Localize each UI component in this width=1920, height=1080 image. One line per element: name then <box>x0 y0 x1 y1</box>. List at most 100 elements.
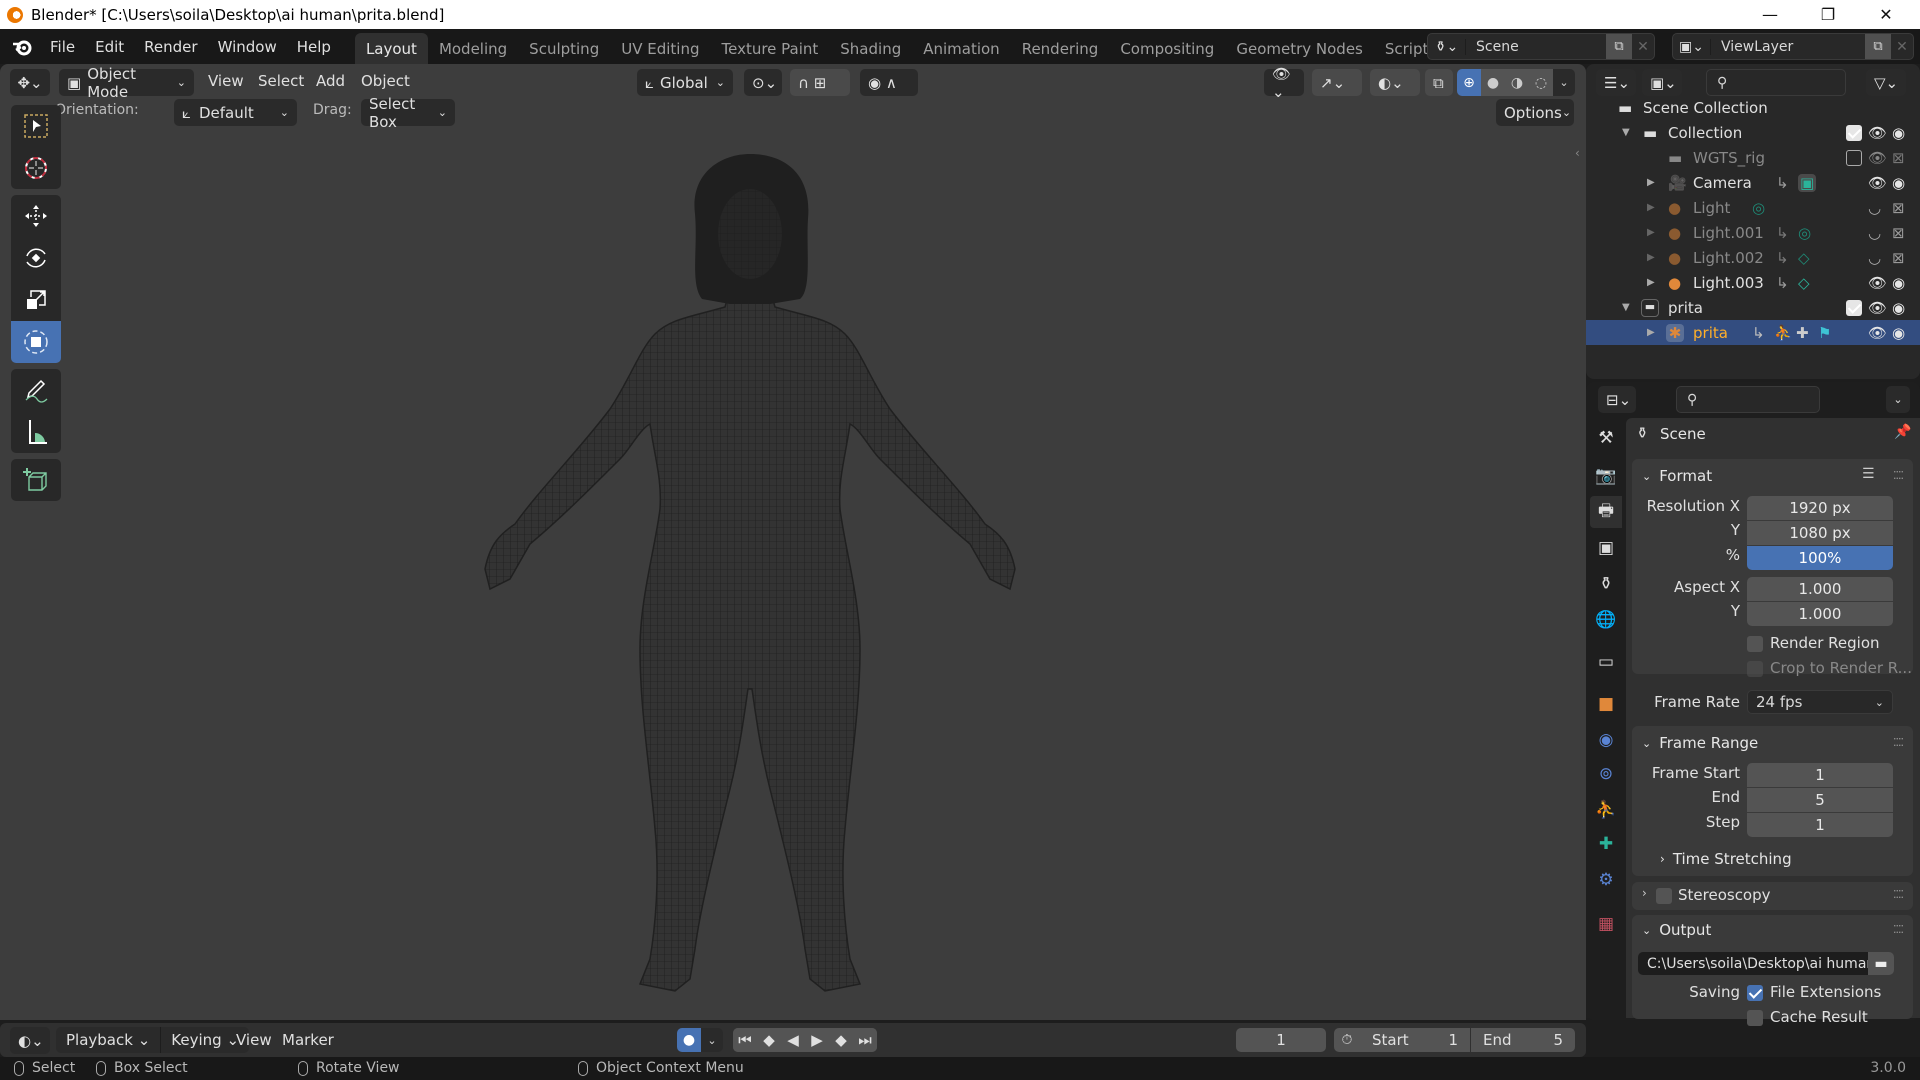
start-frame-field[interactable]: Start 1 <box>1360 1028 1470 1052</box>
sidebar-toggle-chevron[interactable]: ‹ <box>1575 146 1580 160</box>
collection-tab-icon[interactable]: ▭ <box>1590 646 1622 678</box>
armature-data-tab-icon[interactable]: ✚ <box>1590 828 1622 860</box>
expand-triangle-icon[interactable]: ▶ <box>1647 252 1655 263</box>
blender-menu-icon[interactable] <box>10 37 34 57</box>
auto-keying-toggle[interactable]: ● <box>677 1028 701 1052</box>
xray-toggle[interactable]: ⧉ <box>1425 69 1453 96</box>
cache-result-checkbox[interactable] <box>1747 1010 1763 1026</box>
drag-handle-icon[interactable]: ⁚⁚⁚⁚ <box>1893 923 1904 936</box>
expand-triangle-icon[interactable]: ▶ <box>1647 327 1655 338</box>
aspect-y-field[interactable]: 1.000 <box>1747 602 1893 626</box>
properties-editor-type-icon[interactable]: ⊟⌄ <box>1598 386 1636 413</box>
drag-handle-icon[interactable]: ⁚⁚⁚⁚ <box>1893 469 1904 482</box>
expand-triangle-icon[interactable]: ▶ <box>1647 277 1655 288</box>
bone-constraint-tab-icon[interactable]: ⚙ <box>1590 864 1622 896</box>
tab-modeling[interactable]: Modeling <box>428 33 518 64</box>
close-button[interactable]: ✕ <box>1858 0 1914 29</box>
tab-animation[interactable]: Animation <box>912 33 1010 64</box>
drag-handle-icon[interactable]: ⁚⁚⁚⁚ <box>1893 736 1904 749</box>
menu-select[interactable]: Select <box>248 72 314 90</box>
camera-render-icon[interactable]: ◉ <box>1892 174 1905 192</box>
light-data-icon[interactable]: ◎ <box>1752 199 1765 217</box>
stereoscopy-panel[interactable]: › Stereoscopy ⁚⁚⁚⁚ <box>1632 882 1913 910</box>
filter-icon[interactable]: ▽⌄ <box>1866 69 1906 96</box>
file-extensions-checkbox[interactable] <box>1747 985 1763 1001</box>
render-tab-icon[interactable]: 📷 <box>1590 460 1622 492</box>
frame-end-field[interactable]: 5 <box>1747 788 1893 812</box>
preview-range-stopwatch-icon[interactable]: ⏱ <box>1334 1028 1360 1052</box>
menu-edit[interactable]: Edit <box>85 33 134 61</box>
outliner-row[interactable]: ▼ ▬ prita 👁 ◉ <box>1586 295 1920 320</box>
delete-scene-icon[interactable]: ✕ <box>1632 39 1654 55</box>
shading-options-chevron[interactable]: ⌄ <box>1553 69 1575 96</box>
camera-data-icon[interactable]: ▣ <box>1798 173 1817 192</box>
expand-triangle-icon[interactable]: ▶ <box>1647 177 1655 188</box>
new-scene-icon[interactable]: ⧉ <box>1606 34 1632 59</box>
exclude-checkbox[interactable] <box>1846 300 1862 316</box>
drag-handle-icon[interactable]: ⁚⁚⁚⁚ <box>1893 888 1904 901</box>
tool-transform[interactable] <box>11 321 61 363</box>
outliner-editor-type-icon[interactable]: ☰⌄ <box>1596 69 1636 96</box>
eye-closed-icon[interactable]: ◡ <box>1868 249 1881 267</box>
solid-shading-button[interactable]: ● <box>1481 69 1505 96</box>
expand-triangle-icon[interactable]: ▼ <box>1622 302 1630 313</box>
physics-tab-icon[interactable]: ◉ <box>1590 724 1622 756</box>
render-disabled-icon[interactable]: ⊠ <box>1892 199 1905 217</box>
viewlayer-name[interactable]: ViewLayer <box>1711 39 1865 55</box>
tab-rendering[interactable]: Rendering <box>1011 33 1110 64</box>
timeline-editor-type-icon[interactable]: ◐⌄ <box>10 1027 50 1054</box>
folder-browse-icon[interactable]: ▬ <box>1868 952 1894 975</box>
output-path-input[interactable]: C:\Users\soila\Desktop\ai human\ <box>1638 952 1868 975</box>
render-disabled-icon[interactable]: ⊠ <box>1892 249 1905 267</box>
format-panel-header[interactable]: ⌄ Format <box>1642 467 1712 485</box>
rendered-shading-button[interactable]: ◌ <box>1529 69 1553 96</box>
eye-icon[interactable]: 👁 <box>1868 124 1887 142</box>
3d-viewport[interactable]: ✥⌄ ▣ Object Mode ⌄ View Select Add Objec… <box>0 64 1586 1020</box>
area-light-data-icon[interactable]: ◇ <box>1798 249 1810 267</box>
drag-select-dropdown[interactable]: Select Box ⌄ <box>361 95 455 131</box>
render-region-checkbox[interactable] <box>1747 636 1763 652</box>
light-data-icon[interactable]: ◎ <box>1798 224 1811 242</box>
viewlayer-selector[interactable]: ▣⌄ ViewLayer ⧉ ✕ <box>1672 33 1914 60</box>
end-frame-field[interactable]: End 5 <box>1471 1028 1575 1052</box>
bone-group-icon[interactable]: ⚑ <box>1818 324 1831 342</box>
play-reverse-icon[interactable]: ◀ <box>781 1028 805 1052</box>
wireframe-shading-button[interactable]: ⊕ <box>1457 69 1481 96</box>
render-disabled-icon[interactable]: ⊠ <box>1892 224 1905 242</box>
outliner-search-input[interactable]: ⚲ <box>1706 69 1846 96</box>
camera-render-icon[interactable]: ◉ <box>1892 274 1905 292</box>
stereoscopy-checkbox[interactable] <box>1656 888 1672 904</box>
tool-cursor[interactable] <box>11 147 61 189</box>
eye-icon[interactable]: 👁 <box>1868 174 1887 192</box>
menu-window[interactable]: Window <box>208 33 287 61</box>
tab-shading[interactable]: Shading <box>829 33 912 64</box>
editor-type-icon[interactable]: ✥⌄ <box>10 69 50 96</box>
object-constraints-tab-icon[interactable]: ⊚ <box>1590 758 1622 790</box>
new-viewlayer-icon[interactable]: ⧉ <box>1865 34 1891 59</box>
display-mode-icon[interactable]: ▣⌄ <box>1642 69 1682 96</box>
texture-tab-icon[interactable]: ▦ <box>1590 908 1622 940</box>
frame-range-panel-header[interactable]: ⌄ Frame Range <box>1642 734 1758 752</box>
pin-icon[interactable]: 📌 <box>1894 424 1911 440</box>
pivot-point-dropdown[interactable]: ⊙⌄ <box>744 69 782 96</box>
menu-help[interactable]: Help <box>287 33 341 61</box>
exclude-checkbox[interactable] <box>1846 150 1862 166</box>
aspect-x-field[interactable]: 1.000 <box>1747 577 1893 601</box>
resolution-percent-slider[interactable]: 100% <box>1747 546 1893 570</box>
tool-tab-icon[interactable]: ⚒ <box>1590 422 1622 454</box>
delete-viewlayer-icon[interactable]: ✕ <box>1891 39 1913 55</box>
frame-rate-dropdown[interactable]: 24 fps ⌄ <box>1747 690 1893 714</box>
menu-object[interactable]: Object <box>351 72 420 90</box>
proportional-edit-toggle[interactable]: ◉ ∧ <box>860 69 918 96</box>
options-dropdown[interactable]: Options ⌄ <box>1496 99 1574 126</box>
eye-icon[interactable]: 👁 <box>1868 149 1887 167</box>
selectability-visibility-dropdown[interactable]: 👁⌄ <box>1264 65 1304 101</box>
presets-list-icon[interactable]: ☰ <box>1862 466 1875 482</box>
tab-texture-paint[interactable]: Texture Paint <box>710 33 829 64</box>
keying-options-chevron[interactable]: ⌄ <box>701 1028 723 1052</box>
time-stretching-subpanel[interactable]: › Time Stretching <box>1660 850 1792 868</box>
gizmo-toggle[interactable]: ↗⌄ <box>1312 69 1362 96</box>
playback-dropdown[interactable]: Playback ⌄ <box>56 1027 160 1053</box>
frame-step-field[interactable]: 1 <box>1747 813 1893 837</box>
properties-search-input[interactable]: ⚲ <box>1676 386 1820 413</box>
